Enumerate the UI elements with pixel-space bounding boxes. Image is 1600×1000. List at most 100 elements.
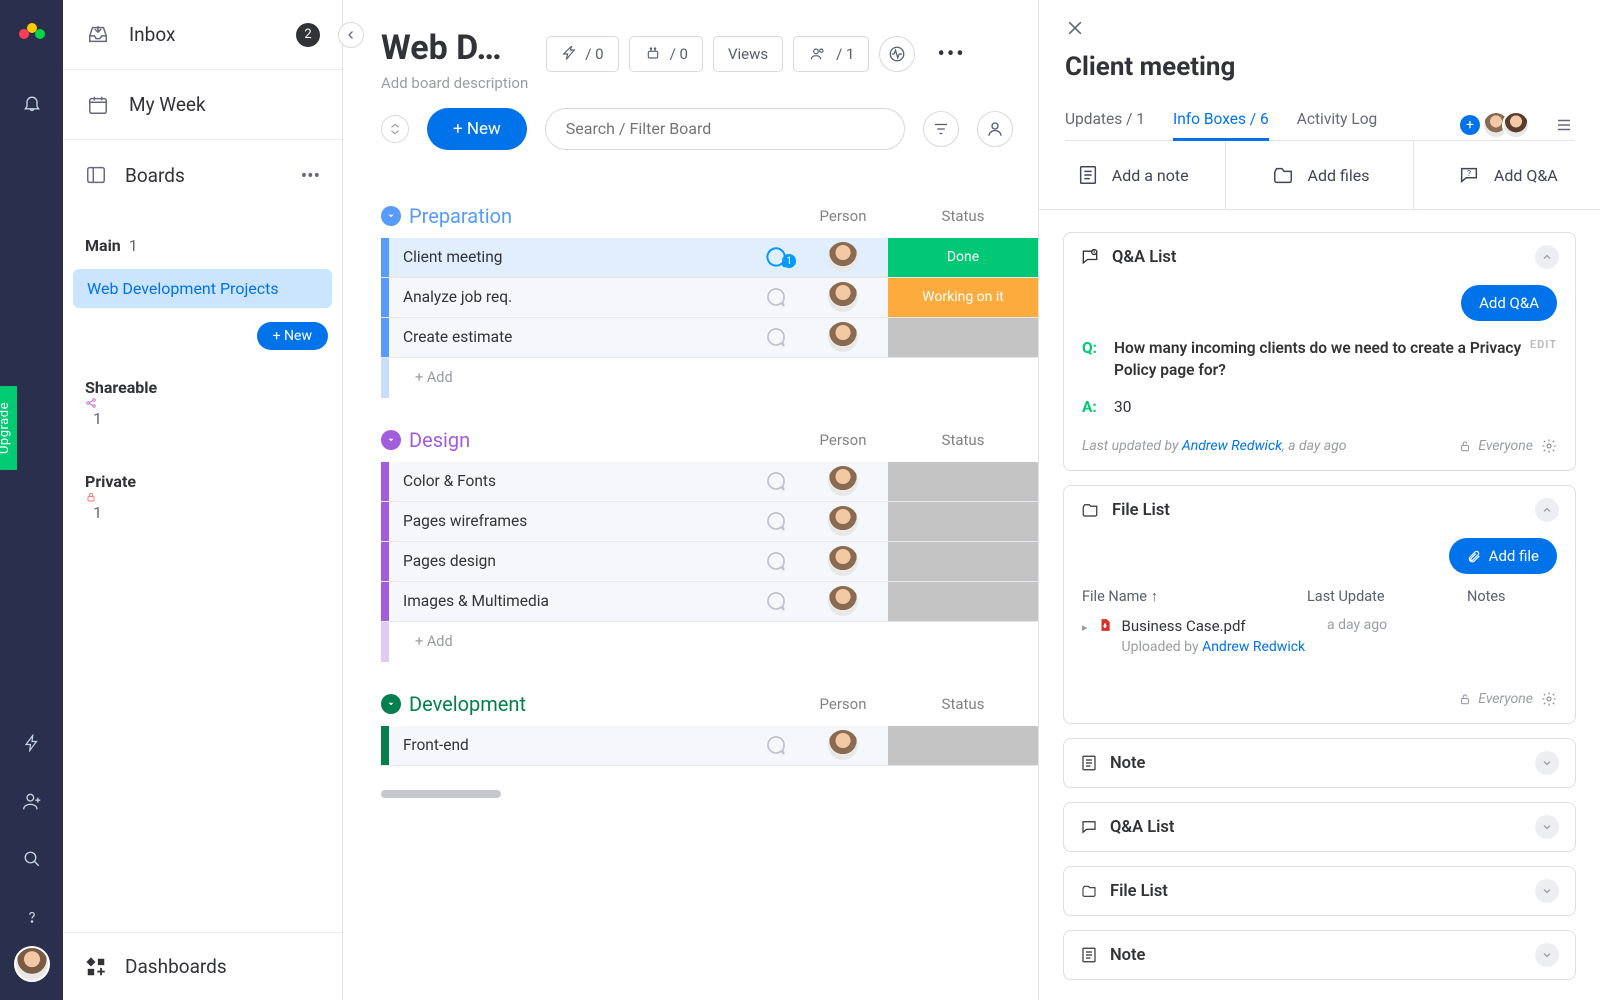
add-member-button[interactable]: + — [1460, 115, 1480, 135]
qa-settings-icon[interactable] — [1541, 438, 1557, 454]
task-name[interactable]: Pages design — [389, 552, 752, 570]
nav-section-main[interactable]: Main1 — [63, 226, 342, 255]
task-name[interactable]: Color & Fonts — [389, 472, 752, 490]
nav-section-shareable[interactable]: Shareable 1 — [63, 368, 342, 428]
upgrade-button[interactable]: Upgrade — [0, 386, 17, 470]
search-input[interactable] — [566, 119, 884, 138]
column-status[interactable]: Status — [888, 695, 1038, 713]
chip-integrations[interactable]: / 0 — [629, 36, 703, 72]
chip-automations[interactable]: / 0 — [546, 36, 618, 72]
column-person[interactable]: Person — [798, 207, 888, 225]
expand-card-icon[interactable] — [1535, 879, 1559, 903]
help-icon[interactable] — [0, 888, 63, 946]
new-item-button[interactable]: + New — [427, 108, 527, 150]
group-collapse-icon[interactable] — [381, 206, 401, 226]
chip-activity[interactable] — [879, 36, 915, 72]
chip-members[interactable]: / 1 — [793, 36, 869, 72]
task-status[interactable] — [888, 726, 1038, 765]
add-task-row[interactable]: + Add — [381, 622, 1038, 662]
chat-icon[interactable] — [752, 325, 798, 349]
chat-icon[interactable] — [752, 589, 798, 613]
add-task-row[interactable]: + Add — [381, 358, 1038, 398]
nav-dashboards[interactable]: Dashboards — [63, 932, 342, 1000]
board-title[interactable]: Web D… — [381, 28, 528, 68]
info-card-collapsed[interactable]: File List — [1063, 866, 1576, 916]
file-settings-icon[interactable] — [1541, 691, 1557, 707]
tab-activity-log[interactable]: Activity Log — [1297, 110, 1377, 140]
board-description[interactable]: Add board description — [381, 74, 528, 94]
task-person[interactable] — [798, 282, 888, 312]
file-row[interactable]: ▸ Business Case.pdf Uploaded by Andrew R… — [1082, 611, 1557, 661]
task-row[interactable]: Pages wireframes — [381, 502, 1038, 542]
expand-card-icon[interactable] — [1535, 751, 1559, 775]
task-name[interactable]: Analyze job req. — [389, 288, 752, 306]
info-card-collapsed[interactable]: Note — [1063, 930, 1576, 980]
task-name[interactable]: Pages wireframes — [389, 512, 752, 530]
app-logo[interactable] — [17, 14, 47, 44]
person-filter-icon[interactable] — [977, 111, 1013, 147]
panel-menu-icon[interactable] — [1554, 116, 1574, 134]
expand-card-icon[interactable] — [1535, 815, 1559, 839]
column-status[interactable]: Status — [888, 431, 1038, 449]
bell-icon[interactable] — [0, 74, 63, 132]
task-row[interactable]: Pages design — [381, 542, 1038, 582]
task-name[interactable]: Front-end — [389, 736, 752, 754]
chat-icon[interactable] — [752, 509, 798, 533]
collapse-card-icon[interactable] — [1535, 245, 1559, 269]
task-row[interactable]: Create estimate — [381, 318, 1038, 358]
nav-inbox[interactable]: Inbox 2 — [63, 0, 342, 70]
task-row[interactable]: Images & Multimedia — [381, 582, 1038, 622]
task-status[interactable]: Done — [888, 238, 1038, 277]
chat-icon[interactable] — [752, 469, 798, 493]
column-person[interactable]: Person — [798, 695, 888, 713]
task-person[interactable] — [798, 242, 888, 272]
group-header[interactable]: Development PersonStatus — [381, 692, 1038, 716]
me-avatar[interactable] — [14, 946, 50, 982]
task-name[interactable]: Create estimate — [389, 328, 752, 346]
nav-new-board-button[interactable]: + New — [257, 322, 328, 350]
boards-more-icon[interactable]: ••• — [301, 164, 320, 187]
group-header[interactable]: Preparation PersonStatus — [381, 204, 1038, 228]
group-title[interactable]: Preparation — [409, 204, 512, 228]
task-person[interactable] — [798, 730, 888, 760]
group-collapse-icon[interactable] — [381, 694, 401, 714]
task-status[interactable]: Working on it — [888, 278, 1038, 317]
invite-members-icon[interactable] — [0, 772, 63, 830]
group-header[interactable]: Design PersonStatus — [381, 428, 1038, 452]
expand-card-icon[interactable] — [1535, 943, 1559, 967]
info-card-collapsed[interactable]: Note — [1063, 738, 1576, 788]
board-more-icon[interactable]: ••• — [937, 42, 965, 67]
task-name[interactable]: Images & Multimedia — [389, 592, 752, 610]
task-person[interactable] — [798, 506, 888, 536]
tab-updates[interactable]: Updates / 1 — [1065, 110, 1145, 140]
add-qa-button[interactable]: Add Q&A — [1461, 285, 1557, 321]
task-status[interactable] — [888, 502, 1038, 541]
file-author-link[interactable]: Andrew Redwick — [1202, 639, 1305, 655]
search-board[interactable] — [545, 108, 905, 150]
chip-views[interactable]: Views — [713, 36, 783, 72]
chat-icon[interactable] — [752, 733, 798, 757]
group-collapse-icon[interactable] — [381, 430, 401, 450]
action-add-qa[interactable]: ?Add Q&A — [1413, 141, 1600, 209]
filter-icon[interactable] — [923, 111, 959, 147]
chat-icon[interactable]: 1 — [752, 244, 798, 270]
chat-icon[interactable] — [752, 549, 798, 573]
task-row[interactable]: Analyze job req. Working on it — [381, 278, 1038, 318]
task-person[interactable] — [798, 466, 888, 496]
column-person[interactable]: Person — [798, 431, 888, 449]
task-status[interactable] — [888, 582, 1038, 621]
expand-row-icon[interactable]: ▸ — [1082, 621, 1088, 634]
close-panel-icon[interactable] — [1065, 18, 1087, 38]
add-file-button[interactable]: Add file — [1449, 538, 1557, 574]
group-title[interactable]: Design — [409, 428, 470, 452]
task-person[interactable] — [798, 322, 888, 352]
action-add-files[interactable]: Add files — [1225, 141, 1412, 209]
task-row[interactable]: Client meeting 1 Done — [381, 238, 1038, 278]
collapse-all-button[interactable] — [381, 115, 409, 143]
task-status[interactable] — [888, 462, 1038, 501]
chat-icon[interactable] — [752, 285, 798, 309]
nav-section-private[interactable]: Private 1 — [63, 462, 342, 522]
column-status[interactable]: Status — [888, 207, 1038, 225]
panel-member-avatars[interactable] — [1490, 111, 1530, 139]
qa-author-link[interactable]: Andrew Redwick — [1182, 438, 1282, 454]
